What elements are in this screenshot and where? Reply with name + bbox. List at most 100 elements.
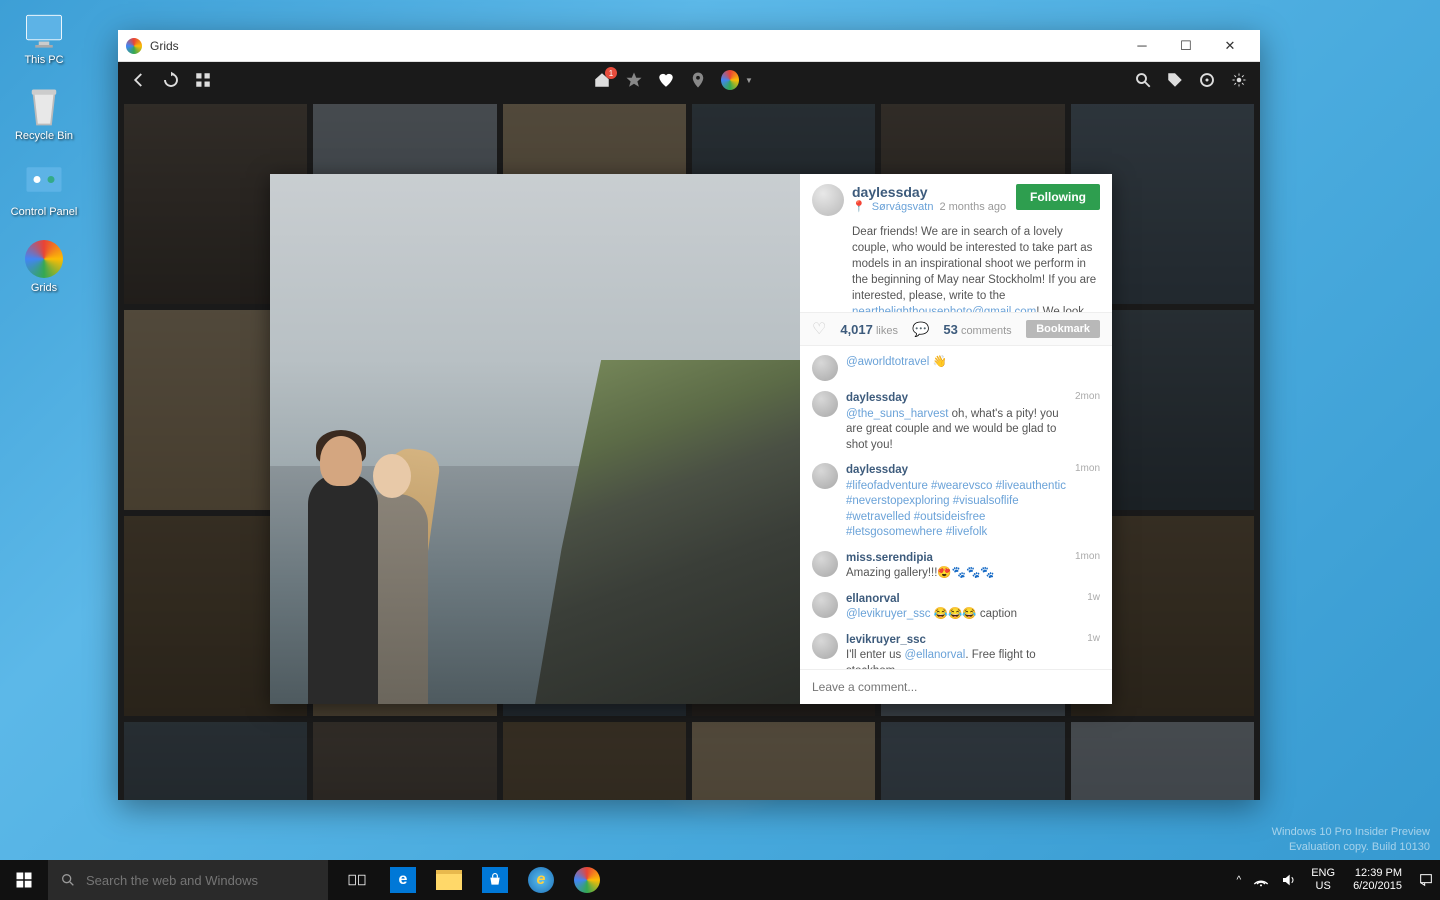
desktop-icon-control-panel[interactable]: Control Panel [8, 162, 80, 218]
location-button[interactable] [689, 71, 707, 89]
taskbar-search-input[interactable] [86, 873, 316, 888]
mention-link[interactable]: @ellanorval [904, 649, 965, 661]
window-title: Grids [150, 39, 1120, 53]
comment-row: miss.serendipiaAmazing gallery!!!😍🐾🐾🐾1mo… [800, 546, 1112, 587]
desktop-icon-label: Control Panel [11, 206, 78, 218]
tray-clock[interactable]: 12:39 PM 6/20/2015 [1343, 867, 1412, 893]
comment-row: daylessday #lifeofadventure #wearevsco #l… [800, 458, 1112, 546]
desktop-icon-recycle-bin[interactable]: Recycle Bin [8, 86, 80, 142]
profile-button[interactable] [721, 71, 739, 89]
task-view-button[interactable] [334, 860, 380, 900]
author-avatar[interactable] [812, 184, 844, 216]
hashtag-link[interactable]: #lifeofadventure [846, 480, 928, 492]
location-pin-icon: 📍 [852, 200, 866, 213]
hashtag-link[interactable]: #neverstopexploring [846, 495, 950, 507]
titlebar[interactable]: Grids ─ ☐ ✕ [118, 30, 1260, 62]
hashtag-link[interactable]: #wearevsco [931, 480, 992, 492]
desktop-icon-label: Grids [31, 282, 57, 294]
comment-username[interactable]: levikruyer_ssc [846, 634, 926, 646]
bookmark-button[interactable]: Bookmark [1026, 320, 1100, 338]
tray-notifications-icon[interactable] [1412, 860, 1440, 900]
taskbar-explorer[interactable] [426, 860, 472, 900]
comment-body: @aworldtotravel 👋 [846, 355, 1092, 381]
explore-button[interactable] [1198, 71, 1216, 89]
taskbar-grids[interactable] [564, 860, 610, 900]
refresh-button[interactable] [162, 71, 180, 89]
star-button[interactable] [625, 71, 643, 89]
comment-username[interactable]: ellanorval [846, 593, 900, 605]
maximize-button[interactable]: ☐ [1164, 30, 1208, 62]
tray-network-icon[interactable] [1247, 860, 1275, 900]
post-caption: Dear friends! We are in search of a love… [800, 224, 1112, 312]
mention-link[interactable]: @levikruyer_ssc [846, 608, 931, 620]
mention-link[interactable]: @aworldtotravel [846, 356, 929, 368]
comment-avatar[interactable] [812, 391, 838, 417]
post-timestamp: 2 months ago [939, 201, 1006, 213]
search-button[interactable] [1134, 71, 1152, 89]
tray-language[interactable]: ENG US [1303, 867, 1343, 893]
grids-window: Grids ─ ☐ ✕ 1 ▼ [118, 30, 1260, 800]
comment-avatar[interactable] [812, 551, 838, 577]
tray-overflow[interactable]: ^ [1231, 860, 1248, 900]
trash-icon [23, 86, 65, 128]
comment-body: daylessday@the_suns_harvest oh, what's a… [846, 391, 1067, 453]
comment-icon[interactable]: 💬 [912, 321, 929, 338]
close-button[interactable]: ✕ [1208, 30, 1252, 62]
hashtag-link[interactable]: #letsgosomewhere [846, 526, 943, 538]
desktop-icon-grids[interactable]: Grids [8, 238, 80, 294]
grid-view-button[interactable] [194, 71, 212, 89]
settings-button[interactable] [1230, 71, 1248, 89]
comment-row: @aworldtotravel 👋 [800, 350, 1112, 386]
heart-button[interactable] [657, 71, 675, 89]
comment-time: 1mon [1075, 463, 1100, 541]
desktop-icon-label: This PC [24, 54, 63, 66]
comment-avatar[interactable] [812, 633, 838, 659]
comments-count[interactable]: 53 [943, 322, 957, 337]
start-button[interactable] [0, 860, 48, 900]
comment-row: levikruyer_sscI'll enter us @ellanorval.… [800, 628, 1112, 669]
mention-link[interactable]: @the_suns_harvest [846, 408, 948, 420]
follow-button[interactable]: Following [1016, 184, 1100, 210]
home-button[interactable]: 1 [593, 71, 611, 89]
comment-time: 2mon [1075, 391, 1100, 453]
post-location[interactable]: Sørvágsvatn [872, 201, 934, 213]
comment-row: ellanorval@levikruyer_ssc 😂😂😂 caption1w [800, 587, 1112, 628]
desktop-icons: This PC Recycle Bin Control Panel Grids [8, 10, 80, 294]
comment-body: miss.serendipiaAmazing gallery!!!😍🐾🐾🐾 [846, 551, 1067, 582]
hashtag-link[interactable]: #visualsoflife [953, 495, 1019, 507]
tag-button[interactable] [1166, 71, 1184, 89]
comment-time: 1w [1087, 633, 1100, 669]
hashtag-link[interactable]: #liveauthentic [996, 480, 1066, 492]
heart-icon[interactable]: ♡ [812, 319, 826, 339]
hashtag-link[interactable]: #outsideisfree [914, 511, 986, 523]
comment-username[interactable]: daylessday [846, 392, 908, 404]
comment-avatar[interactable] [812, 463, 838, 489]
desktop-icon-this-pc[interactable]: This PC [8, 10, 80, 66]
app-icon [126, 38, 142, 54]
hashtag-link[interactable]: #wetravelled [846, 511, 911, 523]
comments-list[interactable]: @aworldtotravel 👋 daylessday @the_suns_har… [800, 346, 1112, 669]
comment-username[interactable]: miss.serendipia [846, 552, 933, 564]
comment-username[interactable]: daylessday [846, 464, 908, 476]
control-panel-icon [23, 162, 65, 204]
comment-avatar[interactable] [812, 592, 838, 618]
taskbar-store[interactable] [472, 860, 518, 900]
minimize-button[interactable]: ─ [1120, 30, 1164, 62]
author-username[interactable]: daylessday [852, 184, 1008, 200]
hashtag-link[interactable]: #livefolk [946, 526, 988, 538]
comment-input[interactable] [812, 680, 1100, 694]
likes-count[interactable]: 4,017 [840, 322, 873, 337]
comment-body: daylessday #lifeofadventure #wearevsco #l… [846, 463, 1067, 541]
taskbar-search[interactable] [48, 860, 328, 900]
content-area: daylessday 📍 Sørvágsvatn 2 months ago Fo… [118, 98, 1260, 800]
post-image[interactable] [270, 174, 800, 704]
comment-avatar[interactable] [812, 355, 838, 381]
taskbar-edge[interactable]: e [380, 860, 426, 900]
tray-volume-icon[interactable] [1275, 860, 1303, 900]
chevron-down-icon[interactable]: ▼ [745, 76, 753, 85]
taskbar: e e ^ ENG US 12:39 PM 6/20/2015 [0, 860, 1440, 900]
post-header: daylessday 📍 Sørvágsvatn 2 months ago Fo… [800, 174, 1112, 224]
comment-input-wrap [800, 669, 1112, 704]
back-button[interactable] [130, 71, 148, 89]
taskbar-ie[interactable]: e [518, 860, 564, 900]
